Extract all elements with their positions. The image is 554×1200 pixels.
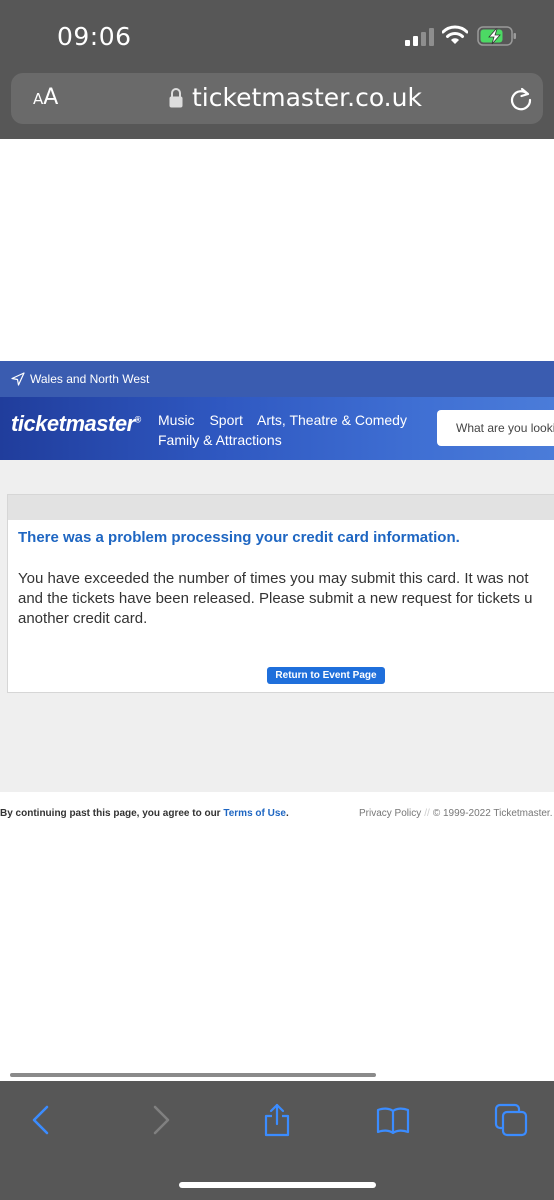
location-label: Wales and North West (30, 372, 150, 386)
nav-sport[interactable]: Sport (209, 412, 242, 428)
error-line: You have exceeded the number of times yo… (18, 570, 529, 587)
site-header: ticketmaster® Music Sport Arts, Theatre … (0, 397, 554, 460)
url-text[interactable]: ticketmaster.co.uk (192, 83, 422, 112)
terms-of-use-link[interactable]: Terms of Use (223, 808, 286, 819)
home-indicator[interactable] (179, 1182, 376, 1188)
web-page: Wales and North West ticketmaster® Music… (0, 139, 554, 1081)
lock-icon (169, 88, 183, 108)
main-nav: Music Sport Arts, Theatre & Comedy (158, 412, 418, 428)
terms-notice: By continuing past this page, you agree … (0, 808, 289, 819)
wifi-icon (442, 25, 468, 44)
search-placeholder: What are you looking for? (456, 421, 554, 435)
nav-music[interactable]: Music (158, 412, 195, 428)
location-arrow-icon (11, 372, 25, 386)
error-section: There was a problem processing your cred… (0, 460, 554, 792)
main-nav-row2: Family & Attractions (158, 432, 293, 448)
footer-legal: Privacy Policy//© 1999-2022 Ticketmaster… (359, 808, 552, 819)
battery-charging-icon (477, 26, 516, 46)
cellular-signal-icon (405, 28, 435, 46)
error-line: another credit card. (18, 610, 148, 627)
address-bar[interactable]: AA ticketmaster.co.uk (11, 73, 543, 124)
bookmarks-icon[interactable] (376, 1103, 410, 1137)
forward-icon[interactable] (144, 1103, 178, 1137)
ticketmaster-logo[interactable]: ticketmaster® (11, 411, 141, 437)
share-icon[interactable] (260, 1103, 294, 1137)
browser-toolbar (0, 1081, 554, 1200)
back-icon[interactable] (24, 1103, 58, 1137)
horizontal-scrollbar[interactable] (10, 1073, 376, 1077)
error-panel: There was a problem processing your cred… (7, 494, 554, 693)
privacy-policy-link[interactable]: Privacy Policy (359, 808, 421, 819)
copyright-text: © 1999-2022 Ticketmaster. (432, 808, 553, 819)
panel-header-bar (8, 495, 554, 520)
reload-icon[interactable] (508, 86, 534, 112)
search-input[interactable]: What are you looking for? (437, 410, 554, 446)
location-strip[interactable]: Wales and North West (0, 361, 554, 397)
status-and-address-area: 09:06 AA ticketmaster.co.uk (0, 0, 554, 139)
footer-separator: // (424, 808, 430, 819)
reader-text-size-button[interactable]: AA (33, 85, 58, 110)
nav-family-attractions[interactable]: Family & Attractions (158, 432, 282, 448)
error-line: and the tickets have been released. Plea… (18, 590, 533, 607)
nav-arts-theatre-comedy[interactable]: Arts, Theatre & Comedy (257, 412, 407, 428)
error-heading: There was a problem processing your cred… (18, 529, 460, 546)
return-to-event-button[interactable]: Return to Event Page (267, 667, 385, 684)
error-message: You have exceeded the number of times yo… (18, 569, 554, 629)
status-time: 09:06 (57, 22, 132, 51)
tabs-icon[interactable] (494, 1103, 528, 1137)
